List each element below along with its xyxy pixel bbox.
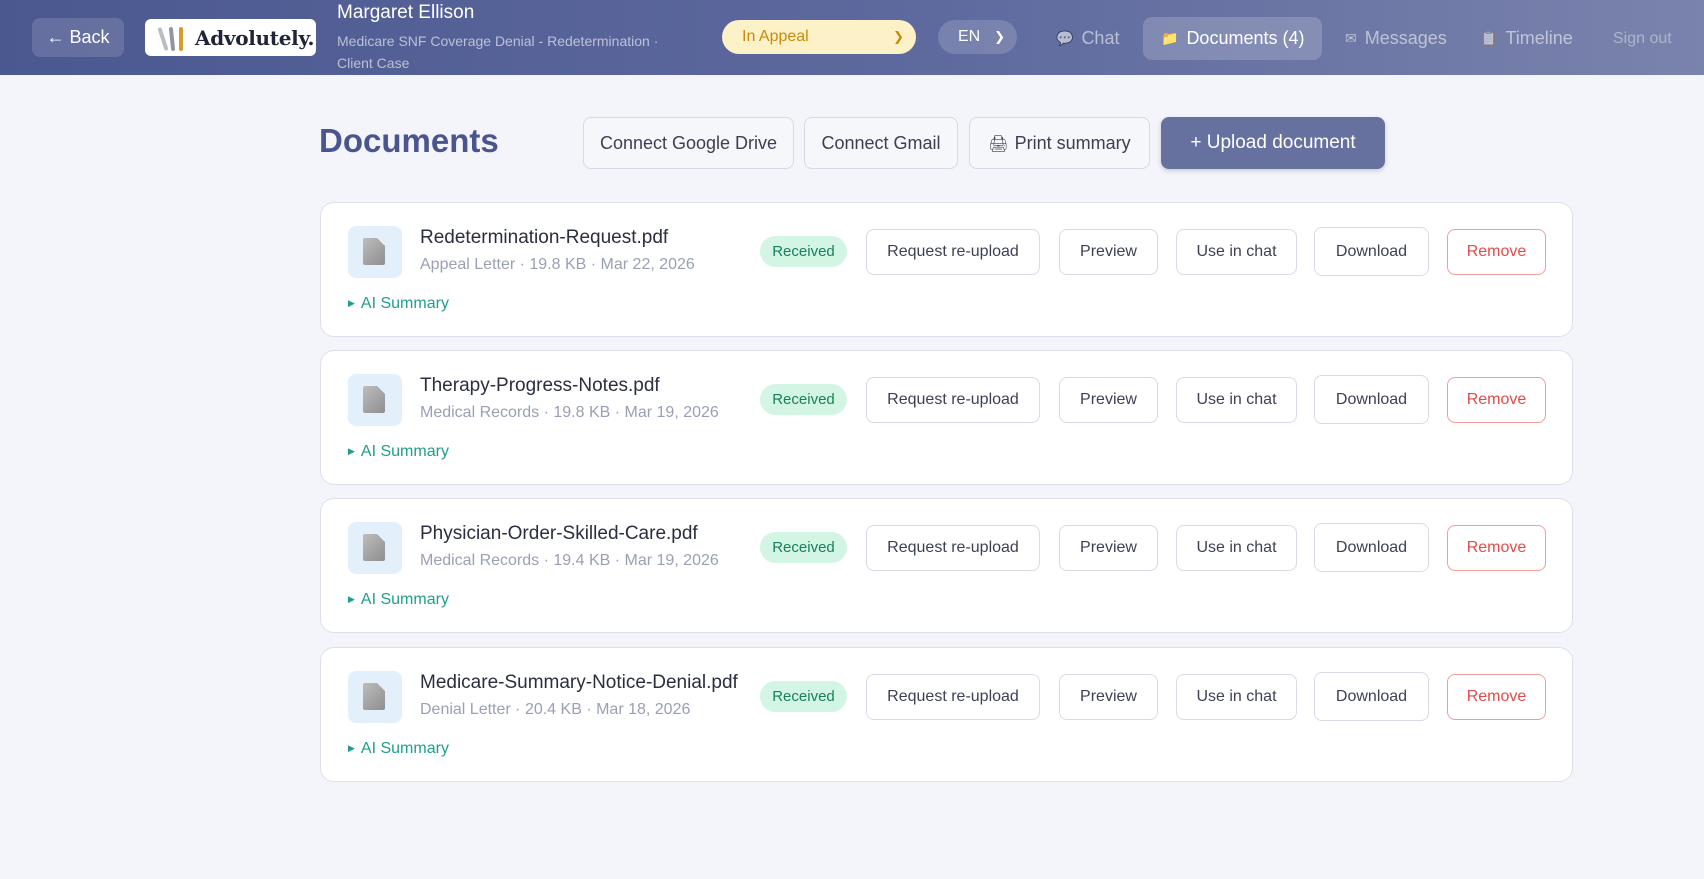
nav-tab-chat[interactable]: 💬 Chat	[1056, 17, 1119, 60]
top-navigation-bar: ← Back Advolutely. Margaret Ellison Medi…	[0, 0, 1704, 75]
back-button[interactable]: ← Back	[32, 18, 124, 57]
use-in-chat-button[interactable]: Use in chat	[1176, 229, 1297, 275]
nav-tab-label: Documents (4)	[1186, 28, 1305, 48]
ai-summary-label: AI Summary	[360, 443, 449, 460]
status-badge: Received	[760, 681, 847, 712]
connect-gmail-button[interactable]: Connect Gmail	[804, 117, 958, 169]
caret-right-icon: ▶	[348, 446, 355, 456]
document-name: Therapy-Progress-Notes.pdf	[420, 375, 660, 396]
download-button[interactable]: Download	[1314, 523, 1429, 572]
page-title: Documents	[319, 122, 499, 159]
logo-mark-icon	[155, 25, 185, 51]
document-card: Medicare-Summary-Notice-Denial.pdf Denia…	[320, 647, 1573, 782]
request-reupload-button[interactable]: Request re-upload	[866, 229, 1040, 275]
preview-button[interactable]: Preview	[1059, 229, 1158, 275]
file-icon	[348, 226, 402, 278]
document-name: Redetermination-Request.pdf	[420, 227, 669, 248]
clipboard-icon: 📋	[1480, 30, 1498, 46]
print-summary-button[interactable]: 🖨 Print summary	[969, 117, 1150, 169]
download-button[interactable]: Download	[1314, 672, 1429, 721]
print-summary-label: Print summary	[1014, 133, 1131, 153]
document-meta: Medical Records · 19.4 KB · Mar 19, 2026	[420, 552, 719, 569]
document-meta: Denial Letter · 20.4 KB · Mar 18, 2026	[420, 701, 691, 718]
sign-out-link[interactable]: Sign out	[1613, 17, 1672, 60]
ai-summary-toggle[interactable]: ▶ AI Summary	[348, 443, 449, 461]
envelope-icon: ✉	[1345, 30, 1357, 46]
document-card: Redetermination-Request.pdf Appeal Lette…	[320, 202, 1573, 337]
remove-button[interactable]: Remove	[1447, 377, 1546, 423]
ai-summary-toggle[interactable]: ▶ AI Summary	[348, 591, 449, 609]
use-in-chat-button[interactable]: Use in chat	[1176, 377, 1297, 423]
chat-bubble-icon: 💬	[1056, 30, 1074, 46]
nav-tab-documents[interactable]: 📁 Documents (4)	[1143, 17, 1322, 60]
printer-icon: 🖨	[988, 136, 1009, 153]
document-meta: Medical Records · 19.8 KB · Mar 19, 2026	[420, 404, 719, 421]
request-reupload-button[interactable]: Request re-upload	[866, 377, 1040, 423]
ai-summary-toggle[interactable]: ▶ AI Summary	[348, 295, 449, 313]
document-name: Physician-Order-Skilled-Care.pdf	[420, 523, 698, 544]
remove-button[interactable]: Remove	[1447, 674, 1546, 720]
caret-right-icon: ▶	[348, 594, 355, 604]
caret-right-icon: ▶	[348, 298, 355, 308]
remove-button[interactable]: Remove	[1447, 525, 1546, 571]
app-logo: Advolutely.	[145, 19, 316, 56]
document-name: Medicare-Summary-Notice-Denial.pdf	[420, 672, 738, 693]
document-card: Physician-Order-Skilled-Care.pdf Medical…	[320, 498, 1573, 633]
ai-summary-label: AI Summary	[360, 591, 449, 608]
ai-summary-label: AI Summary	[360, 740, 449, 757]
upload-document-button[interactable]: + Upload document	[1161, 117, 1385, 169]
nav-tab-messages[interactable]: ✉ Messages	[1345, 17, 1447, 60]
download-button[interactable]: Download	[1314, 375, 1429, 424]
nav-tab-label: Timeline	[1505, 28, 1573, 48]
nav-tab-label: Chat	[1081, 28, 1120, 48]
preview-button[interactable]: Preview	[1059, 525, 1158, 571]
download-button[interactable]: Download	[1314, 227, 1429, 276]
client-name: Margaret Ellison	[337, 2, 475, 23]
nav-tab-timeline[interactable]: 📋 Timeline	[1480, 17, 1573, 60]
language-select[interactable]: EN ❯	[938, 20, 1017, 54]
status-badge: Received	[760, 384, 847, 415]
remove-button[interactable]: Remove	[1447, 229, 1546, 275]
use-in-chat-button[interactable]: Use in chat	[1176, 674, 1297, 720]
nav-tab-label: Messages	[1364, 28, 1447, 48]
language-value: EN	[958, 28, 981, 45]
chevron-down-icon: ❯	[893, 29, 904, 44]
folder-icon: 📁	[1161, 30, 1179, 46]
ai-summary-toggle[interactable]: ▶ AI Summary	[348, 740, 449, 758]
caret-right-icon: ▶	[348, 743, 355, 753]
connect-google-drive-button[interactable]: Connect Google Drive	[583, 117, 794, 169]
document-card: Therapy-Progress-Notes.pdf Medical Recor…	[320, 350, 1573, 485]
use-in-chat-button[interactable]: Use in chat	[1176, 525, 1297, 571]
case-subtitle: Medicare SNF Coverage Denial - Redetermi…	[337, 33, 659, 71]
status-badge: Received	[760, 236, 847, 267]
preview-button[interactable]: Preview	[1059, 377, 1158, 423]
file-icon	[348, 374, 402, 426]
case-status-select[interactable]: In Appeal ❯	[722, 20, 916, 54]
logo-text: Advolutely.	[195, 25, 315, 50]
request-reupload-button[interactable]: Request re-upload	[866, 525, 1040, 571]
status-badge: Received	[760, 532, 847, 563]
ai-summary-label: AI Summary	[360, 295, 449, 312]
document-meta: Appeal Letter · 19.8 KB · Mar 22, 2026	[420, 256, 695, 273]
file-icon	[348, 522, 402, 574]
file-icon	[348, 671, 402, 723]
preview-button[interactable]: Preview	[1059, 674, 1158, 720]
request-reupload-button[interactable]: Request re-upload	[866, 674, 1040, 720]
chevron-down-icon: ❯	[994, 29, 1005, 44]
case-status-value: In Appeal	[742, 28, 809, 45]
